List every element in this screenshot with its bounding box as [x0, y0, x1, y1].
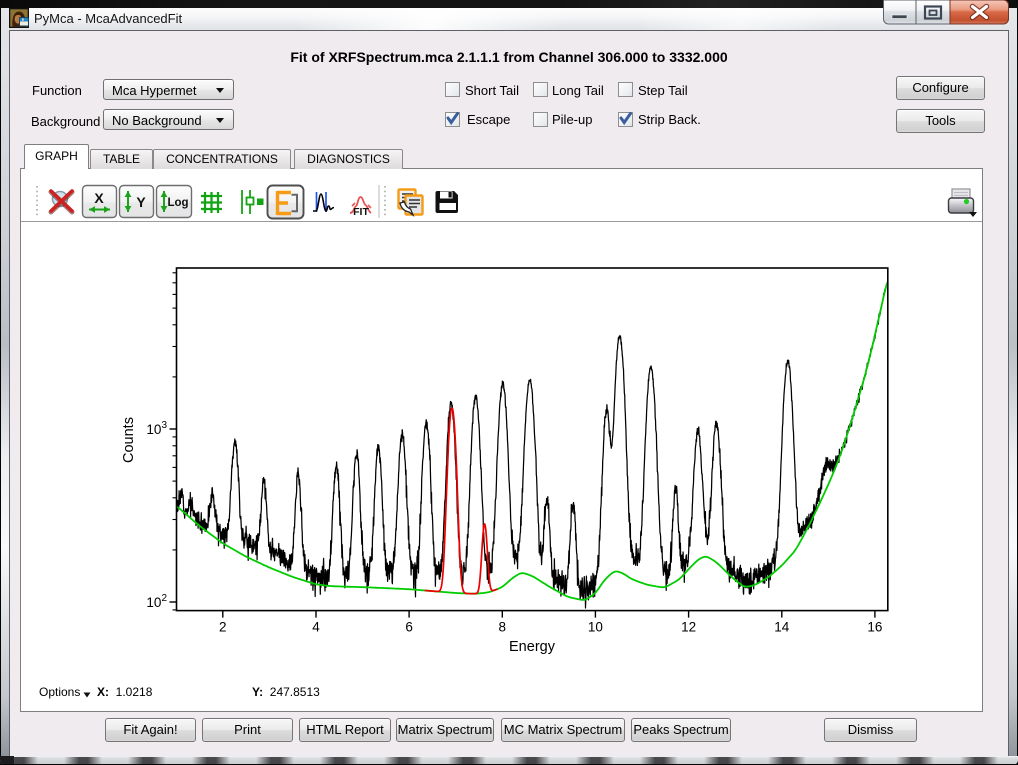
svg-text:2: 2 [219, 620, 227, 635]
svg-text:12: 12 [681, 620, 696, 635]
svg-text:Energy: Energy [509, 639, 556, 655]
svg-text:8: 8 [499, 620, 507, 635]
svg-text:X: X [94, 190, 104, 206]
svg-text:102: 102 [146, 593, 167, 610]
svg-text:103: 103 [146, 420, 167, 437]
svg-text:10: 10 [588, 620, 603, 635]
svg-text:16: 16 [867, 620, 882, 635]
svg-text:Counts: Counts [121, 417, 137, 463]
svg-text:4: 4 [312, 620, 320, 635]
svg-text:14: 14 [774, 620, 790, 635]
svg-text:6: 6 [405, 620, 413, 635]
svg-text:FIT: FIT [353, 206, 369, 218]
svg-text:Y: Y [136, 194, 146, 210]
svg-text:Log: Log [167, 197, 188, 209]
